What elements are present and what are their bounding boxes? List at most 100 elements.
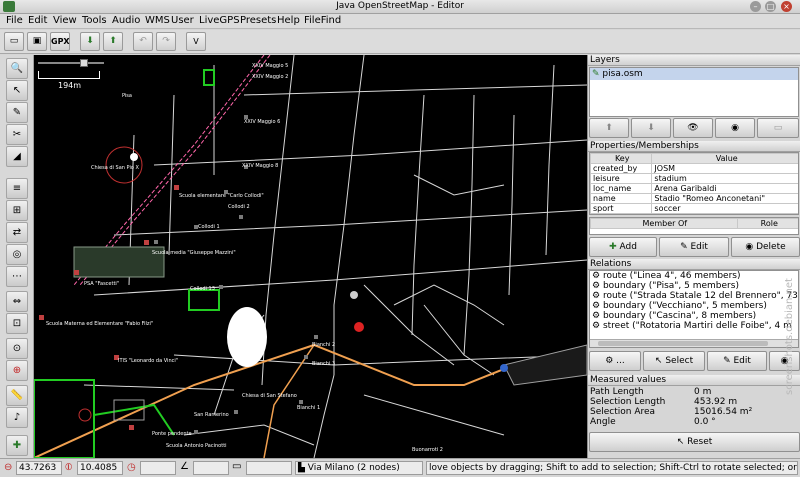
table-row[interactable]: name Stadio "Romeo Anconetani" (590, 193, 798, 204)
close-icon[interactable]: × (781, 1, 792, 12)
align-circle-icon[interactable]: ◎ (6, 244, 28, 265)
app-window: Java OpenStreetMap - Editor – □ × File E… (0, 0, 800, 477)
map-label: Pisa (122, 93, 132, 99)
map-canvas[interactable] (34, 55, 587, 458)
list-item[interactable]: ⚙ boundary ("Vecchiano", 5 members) (590, 301, 798, 311)
scrollbar-thumb[interactable] (598, 341, 768, 346)
extrude-icon[interactable]: ◢ (6, 146, 28, 167)
menu-filefind[interactable]: FileFind (304, 15, 341, 26)
select-icon[interactable]: ↖ (6, 80, 28, 101)
undo-button[interactable]: ↶ (133, 32, 153, 51)
reset-button[interactable]: ↖ Reset (589, 432, 800, 452)
measured-label: Selection Length (590, 397, 666, 407)
relation-edit-button[interactable]: ✎ Edit (707, 351, 767, 371)
mirror-icon[interactable]: ⇔ (6, 291, 28, 312)
layer-item[interactable]: ✎ pisa.osm (590, 68, 798, 80)
map-label: Bianchi 3 (312, 361, 336, 367)
relation-icon: ⚙ (592, 311, 601, 321)
reverse-way-icon[interactable]: ⇄ (6, 222, 28, 243)
layer-name: pisa.osm (602, 69, 643, 79)
table-row[interactable]: leisure stadium (590, 173, 798, 184)
menu-file[interactable]: File (6, 15, 23, 26)
menu-tools[interactable]: Tools (82, 15, 107, 26)
save-button[interactable]: ▣ (27, 32, 47, 51)
open-file-button[interactable]: ▭ (4, 32, 24, 51)
properties-table[interactable]: Key Value created_by JOSM leisure stadium l… (589, 152, 799, 215)
relation-more-button[interactable]: ⚙ ... (589, 351, 641, 371)
export-gpx-button[interactable]: GPX (50, 32, 70, 51)
relations-list[interactable]: ⚙ route ("Linea 4", 46 members) ⚙ bounda… (589, 270, 799, 348)
menu-audio[interactable]: Audio (112, 15, 140, 26)
map-label: Collodi 13 (190, 286, 215, 292)
delete-label: Delete (756, 242, 786, 252)
move-layer-up-button[interactable]: ⬆ (589, 118, 629, 138)
map-label: Collodi 2 (228, 204, 250, 210)
value-column-header[interactable]: Value (651, 153, 798, 164)
list-item[interactable]: ⚙ route ("Linea 4", 46 members) (590, 271, 798, 281)
member-of-column-header[interactable]: Member Of (590, 218, 738, 229)
menu-wms[interactable]: WMS (145, 15, 170, 26)
combine-way-icon[interactable]: ⊞ (6, 200, 28, 221)
table-row[interactable]: loc_name Arena Garibaldi (590, 183, 798, 194)
horizontal-scrollbar[interactable] (590, 339, 798, 347)
target-icon[interactable]: ⊕ (6, 360, 28, 381)
measured-value: 15016.54 m² (694, 407, 753, 417)
side-panel: Layers ✎ pisa.osm ⬆ ⬇ 👁 ◉ ▭ Properties/M… (587, 55, 800, 458)
menu-edit[interactable]: Edit (28, 15, 47, 26)
measured-label: Path Length (590, 387, 644, 397)
zoom-slider-thumb[interactable] (80, 59, 88, 67)
way-icon: ▙ (298, 463, 305, 473)
key-column-header[interactable]: Key (590, 153, 653, 164)
list-item[interactable]: ⚙ route ("Strada Statale 12 del Brennero… (590, 291, 798, 301)
relation-label: route ("Strada Statale 12 del Brennero",… (602, 291, 798, 301)
ruler-icon[interactable]: 📏 (6, 385, 28, 406)
longitude-field: 10.4085 (77, 461, 123, 475)
maximize-icon[interactable]: □ (765, 1, 776, 12)
tags-table: Key Value created_by JOSM leisure stadium l… (590, 153, 798, 214)
list-item[interactable]: ⚙ street ("Rotatoria Martiri delle Foibe… (590, 321, 798, 331)
menu-user[interactable]: User (171, 15, 194, 26)
delete-mode-icon[interactable]: ✂ (6, 124, 28, 145)
properties-header: Properties/Memberships (588, 141, 800, 152)
layers-header: Layers (588, 55, 800, 66)
map-label: Scuola elementare "Carlo Collodi" (179, 193, 264, 199)
orthogonalize-icon[interactable]: ⊡ (6, 313, 28, 334)
split-way-icon[interactable]: ≡ (6, 178, 28, 199)
list-item[interactable]: ⚙ boundary ("Pisa", 5 members) (590, 281, 798, 291)
move-layer-down-button[interactable]: ⬇ (631, 118, 671, 138)
minimize-icon[interactable]: – (750, 1, 761, 12)
merge-nodes-icon[interactable]: ⊙ (6, 338, 28, 359)
menu-view[interactable]: View (53, 15, 77, 26)
menu-livegps[interactable]: LiveGPS (199, 15, 240, 26)
tools-menu-icon[interactable]: ✚ (6, 435, 28, 456)
layers-list[interactable]: ✎ pisa.osm (589, 67, 799, 117)
list-item[interactable]: ⚙ boundary ("Cascina", 8 members) (590, 311, 798, 321)
zoom-slider[interactable] (38, 59, 104, 67)
relation-select-button[interactable]: ↖ Select (643, 351, 705, 371)
latitude-field: 43.7263 (16, 461, 62, 475)
table-row[interactable]: created_by JOSM (590, 163, 798, 174)
map-label: XXIV Maggio 6 (244, 119, 281, 125)
distance-field (246, 461, 292, 475)
watermark: screenshots.debian.net (784, 278, 795, 395)
memberships-table[interactable]: Member Of Role (589, 217, 799, 235)
menu-presets[interactable]: Presets (240, 15, 276, 26)
delete-layer-button[interactable]: ◉ (715, 118, 755, 138)
draw-icon[interactable]: ✎ (6, 102, 28, 123)
measured-row: Angle 0.0 ° (590, 417, 798, 427)
zoom-icon[interactable]: 🔍 (6, 58, 28, 79)
toggle-visibility-button[interactable]: 👁 (673, 118, 713, 138)
upload-button[interactable]: ⬆ (103, 32, 123, 51)
audio-icon[interactable]: ♪ (6, 407, 28, 428)
menu-help[interactable]: Help (277, 15, 300, 26)
map-view[interactable]: 194m XXIV Maggio 5 XXIV Maggio 2 XXIV Ma… (34, 55, 587, 458)
download-button[interactable]: ⬇ (80, 32, 100, 51)
table-row[interactable]: sport soccer (590, 203, 798, 214)
relation-icon: ⚙ (592, 321, 601, 331)
validate-button[interactable]: V (186, 32, 206, 51)
align-line-icon[interactable]: ⋯ (6, 266, 28, 287)
add-tag-button[interactable]: ✚ Add (589, 237, 657, 257)
title-bar: Java OpenStreetMap - Editor – □ × (0, 0, 800, 14)
edit-tag-button[interactable]: ✎ Edit (659, 237, 729, 257)
redo-button[interactable]: ↷ (156, 32, 176, 51)
